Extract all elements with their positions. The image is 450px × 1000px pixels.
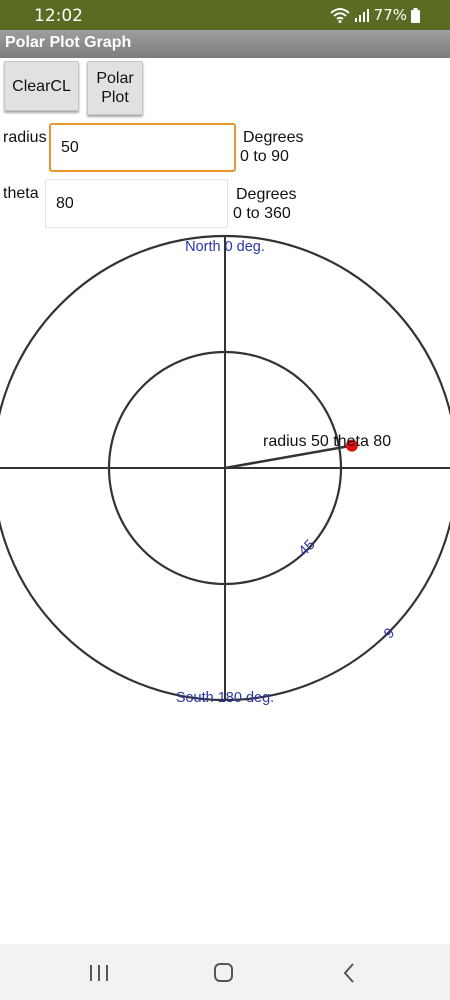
- back-icon[interactable]: [335, 958, 365, 988]
- radius-range-label: Degrees: [243, 129, 304, 146]
- status-bar: 12:02 77%: [0, 0, 450, 30]
- ring-label-outer: 9: [381, 625, 398, 642]
- status-icons: 77%: [329, 6, 420, 24]
- wifi-icon: [329, 7, 350, 23]
- radius-input[interactable]: [49, 123, 236, 172]
- app-title: Polar Plot Graph: [5, 34, 132, 51]
- radius-label: radius: [3, 129, 47, 146]
- polar-plot-button[interactable]: Polar Plot: [87, 61, 143, 115]
- status-time: 12:02: [34, 6, 83, 26]
- north-label: North 0 deg.: [185, 239, 265, 255]
- theta-range-values: 0 to 360: [233, 205, 291, 222]
- battery-level: 77%: [373, 6, 407, 24]
- clear-button[interactable]: ClearCL: [4, 61, 79, 111]
- south-label: South 180 deg.: [176, 690, 274, 706]
- polar-plot-canvas[interactable]: North 0 deg. South 180 deg. 45 9 radius …: [0, 230, 450, 710]
- point-label: radius 50 theta 80: [263, 433, 391, 450]
- radius-range-values: 0 to 90: [240, 148, 289, 165]
- app-screen: 12:02 77% Polar Plot Graph ClearCL Polar…: [0, 0, 450, 1000]
- theta-input[interactable]: [45, 179, 228, 228]
- theta-label: theta: [3, 185, 39, 202]
- recents-icon[interactable]: [84, 958, 114, 988]
- theta-range-label: Degrees: [236, 186, 297, 203]
- navigation-bar: [0, 944, 450, 1000]
- title-bar: Polar Plot Graph: [0, 30, 450, 58]
- signal-icon: [354, 8, 370, 22]
- battery-icon: [411, 7, 420, 23]
- home-icon[interactable]: [209, 958, 239, 988]
